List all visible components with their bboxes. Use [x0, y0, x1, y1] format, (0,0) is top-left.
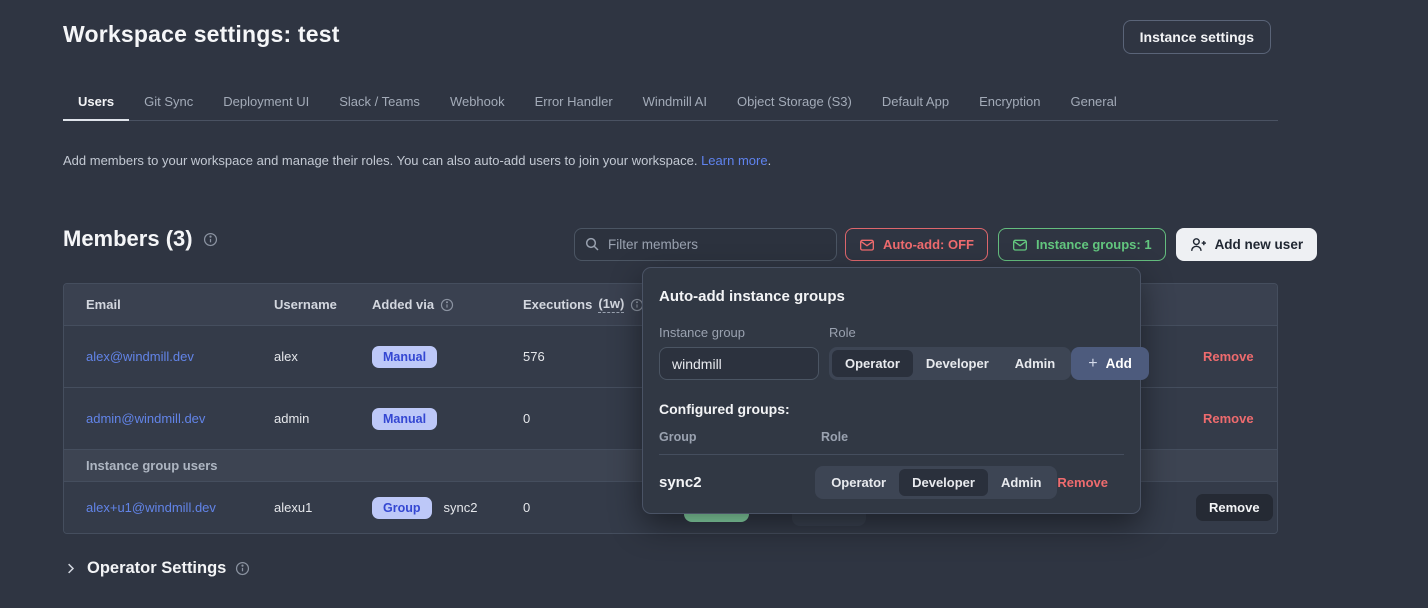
- role-label: Role: [829, 325, 1071, 340]
- tab-encryption[interactable]: Encryption: [964, 86, 1055, 121]
- member-username: alexu1: [274, 500, 372, 515]
- role-toggle: Operator Developer Admin: [829, 347, 1071, 380]
- section-label: Instance group users: [86, 458, 217, 473]
- tab-deployment-ui[interactable]: Deployment UI: [208, 86, 324, 121]
- plus-icon: +: [1088, 355, 1097, 373]
- members-toolbar: Auto-add: OFF Instance groups: 1 Add new…: [574, 228, 1317, 261]
- members-heading: Members (3): [63, 226, 218, 252]
- member-username: admin: [274, 411, 372, 426]
- add-group-label: Add: [1106, 356, 1132, 371]
- add-group-button[interactable]: + Add: [1071, 347, 1149, 380]
- remove-member-button[interactable]: Remove: [1203, 349, 1254, 364]
- description-text: Add members to your workspace and manage…: [63, 153, 701, 168]
- popup-title: Auto-add instance groups: [659, 288, 1124, 305]
- add-new-user-button[interactable]: Add new user: [1176, 228, 1318, 261]
- header-username: Username: [274, 297, 372, 312]
- info-icon[interactable]: [235, 561, 250, 576]
- instance-settings-label: Instance settings: [1140, 29, 1254, 45]
- instance-settings-button[interactable]: Instance settings: [1123, 20, 1271, 54]
- configured-groups-headers: Group Role: [659, 430, 1124, 444]
- tab-default-app[interactable]: Default App: [867, 86, 964, 121]
- header-executions-label: Executions: [523, 297, 592, 312]
- instance-group-label: Instance group: [659, 325, 819, 340]
- configured-group-name: sync2: [659, 474, 815, 491]
- page-description: Add members to your workspace and manage…: [63, 153, 771, 168]
- configured-groups-heading: Configured groups:: [659, 401, 1124, 417]
- operator-settings-toggle[interactable]: Operator Settings: [63, 559, 250, 578]
- tab-users[interactable]: Users: [63, 86, 129, 121]
- instance-group-input[interactable]: [659, 347, 819, 380]
- tab-object-storage[interactable]: Object Storage (S3): [722, 86, 867, 121]
- tab-webhook[interactable]: Webhook: [435, 86, 520, 121]
- remove-group-button[interactable]: Remove: [1057, 475, 1108, 490]
- mail-plus-icon: [859, 237, 875, 253]
- added-via-badge: Manual: [372, 346, 437, 368]
- remove-member-button[interactable]: Remove: [1196, 494, 1273, 521]
- tab-error-handler[interactable]: Error Handler: [520, 86, 628, 121]
- header-executions-period: (1w): [598, 296, 624, 313]
- search-icon: [584, 236, 600, 252]
- add-new-user-label: Add new user: [1215, 237, 1304, 252]
- settings-tabbar: Users Git Sync Deployment UI Slack / Tea…: [63, 86, 1278, 121]
- description-suffix: .: [768, 153, 772, 168]
- instance-groups-label: Instance groups: 1: [1036, 237, 1152, 252]
- role-admin-button[interactable]: Admin: [1002, 350, 1068, 377]
- auto-add-button[interactable]: Auto-add: OFF: [845, 228, 988, 261]
- instance-groups-button[interactable]: Instance groups: 1: [998, 228, 1166, 261]
- header-added-via-label: Added via: [372, 297, 434, 312]
- tab-slack-teams[interactable]: Slack / Teams: [324, 86, 435, 121]
- filter-members-input[interactable]: [574, 228, 837, 261]
- role-developer-button[interactable]: Developer: [899, 469, 988, 496]
- members-title: Members (3): [63, 226, 193, 252]
- added-via-badge: Manual: [372, 408, 437, 430]
- divider: [659, 454, 1124, 455]
- tab-windmill-ai[interactable]: Windmill AI: [628, 86, 722, 121]
- role-operator-button[interactable]: Operator: [832, 350, 913, 377]
- role-developer-button[interactable]: Developer: [913, 350, 1002, 377]
- filter-members-box: [574, 228, 837, 261]
- info-icon[interactable]: [440, 298, 454, 312]
- remove-member-button[interactable]: Remove: [1203, 411, 1254, 426]
- user-plus-icon: [1190, 236, 1207, 253]
- role-operator-button[interactable]: Operator: [818, 469, 899, 496]
- role-column-label: Role: [821, 430, 1124, 444]
- header-added-via: Added via: [372, 297, 523, 312]
- popup-add-form: Instance group Role Operator Developer A…: [659, 325, 1124, 380]
- member-username: alex: [274, 349, 372, 364]
- role-toggle: Operator Developer Admin: [815, 466, 1057, 499]
- learn-more-link[interactable]: Learn more: [701, 153, 767, 168]
- added-via-badge: Group: [372, 497, 432, 519]
- group-column-label: Group: [659, 430, 821, 444]
- configured-group-row: sync2 Operator Developer Admin Remove: [659, 466, 1124, 499]
- info-icon[interactable]: [203, 232, 218, 247]
- group-name: sync2: [444, 500, 478, 515]
- member-email-link[interactable]: alex@windmill.dev: [86, 349, 194, 364]
- chevron-right-icon: [63, 561, 78, 576]
- member-email-link[interactable]: admin@windmill.dev: [86, 411, 205, 426]
- tab-git-sync[interactable]: Git Sync: [129, 86, 208, 121]
- operator-settings-label: Operator Settings: [87, 559, 226, 578]
- role-admin-button[interactable]: Admin: [988, 469, 1054, 496]
- mail-icon: [1012, 237, 1028, 253]
- tab-general[interactable]: General: [1055, 86, 1131, 121]
- page-title: Workspace settings: test: [63, 21, 340, 48]
- auto-add-instance-groups-popup: Auto-add instance groups Instance group …: [642, 267, 1141, 514]
- header-email: Email: [64, 297, 274, 312]
- auto-add-label: Auto-add: OFF: [883, 237, 974, 252]
- member-email-link[interactable]: alex+u1@windmill.dev: [86, 500, 216, 515]
